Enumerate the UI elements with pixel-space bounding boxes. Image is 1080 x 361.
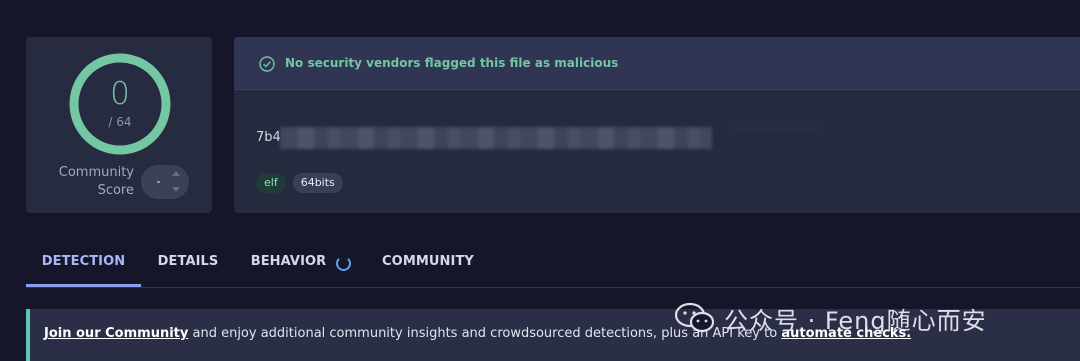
file-tags: elf 64bits xyxy=(256,173,343,193)
tab-detection[interactable]: DETECTION xyxy=(26,245,141,287)
status-text: No security vendors flagged this file as… xyxy=(285,56,619,70)
downvote-icon[interactable] xyxy=(172,187,180,192)
vote-value xyxy=(157,181,160,183)
check-circle-icon xyxy=(259,56,275,72)
score-value: 0 xyxy=(110,76,130,112)
hash-redaction xyxy=(280,127,712,149)
tab-bar: DETECTION DETAILS BEHAVIOR COMMUNITY xyxy=(26,245,1080,288)
tag-elf[interactable]: elf xyxy=(256,173,286,193)
upvote-icon[interactable] xyxy=(172,171,180,176)
tab-community[interactable]: COMMUNITY xyxy=(378,245,478,287)
score-card: 0 / 64 Community Score xyxy=(26,37,212,213)
file-info-card: No security vendors flagged this file as… xyxy=(234,37,1080,213)
watermark: 公众号 · Feng随心而安 xyxy=(674,296,987,340)
community-score-label: Community Score xyxy=(58,165,134,198)
detection-score: 0 / 64 xyxy=(66,50,174,158)
community-vote-control[interactable] xyxy=(141,165,189,199)
score-total: / 64 xyxy=(108,115,132,129)
file-hash[interactable]: 7b4 xyxy=(256,130,281,145)
loading-spinner-icon xyxy=(336,256,352,271)
redacted-area xyxy=(727,121,823,131)
tab-details[interactable]: DETAILS xyxy=(150,245,226,287)
tag-64bits[interactable]: 64bits xyxy=(292,173,343,193)
watermark-text: 公众号 · Feng随心而安 xyxy=(724,306,987,335)
tab-behavior[interactable]: BEHAVIOR xyxy=(246,245,356,287)
join-community-link[interactable]: Join our Community xyxy=(44,326,188,341)
wechat-icon xyxy=(674,302,715,333)
status-banner: No security vendors flagged this file as… xyxy=(234,37,1080,90)
